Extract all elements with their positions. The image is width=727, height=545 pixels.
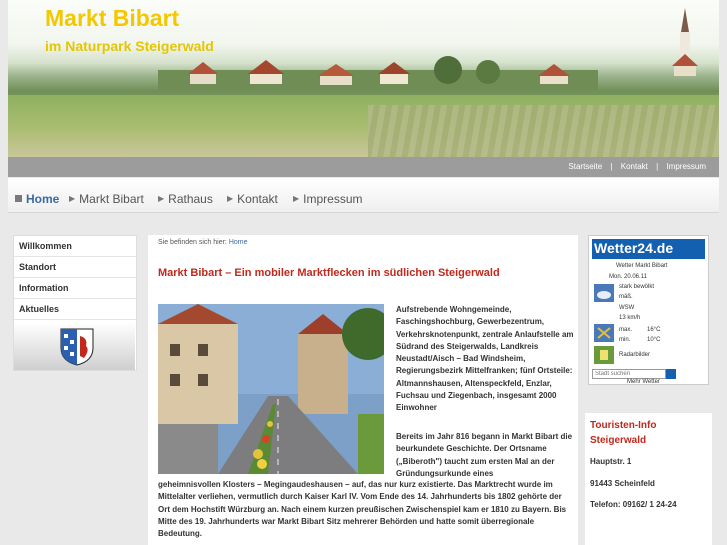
toplink-impressum[interactable]: Impressum <box>666 162 706 171</box>
history-paragraph: Bereits im Jahr 816 begann in Markt Biba… <box>396 432 573 478</box>
weather-widget: Wetter24.de Wetter Markt Bibart Mon. 20.… <box>588 235 709 385</box>
page-title: Markt Bibart – Ein mobiler Marktflecken … <box>158 267 500 279</box>
street-photo <box>158 304 384 474</box>
weather-condition: stark bewölkt <box>619 284 655 290</box>
tourist-info-title: Touristen-Info Steigerwald <box>590 420 657 446</box>
max-temp-label: max. <box>619 327 633 333</box>
arrow-right-icon: ▶ <box>293 194 300 203</box>
cloud-icon <box>594 284 614 302</box>
sidebar-item-information[interactable]: Information <box>14 278 136 299</box>
village-skyline-image <box>158 56 598 90</box>
tourist-info-phone: Telefon: 09162/ 1 24-24 <box>590 500 677 509</box>
toplink-separator: | <box>656 162 659 171</box>
min-temp-value: 10°C <box>647 337 661 343</box>
site-subtitle: im Naturpark Steigerwald <box>45 38 214 54</box>
breadcrumb-home-link[interactable]: Home <box>229 239 248 246</box>
main-content: Sie befinden sich hier: Home Markt Bibar… <box>148 235 578 545</box>
nav-item-markt-bibart[interactable]: ▶ Markt Bibart <box>69 192 144 206</box>
mown-field-image <box>368 105 719 157</box>
weather-date: Mon. 20.06.11 <box>609 274 647 280</box>
city-search-input[interactable] <box>592 369 666 379</box>
wetter24-logo[interactable]: Wetter24.de <box>592 239 705 259</box>
sidebar-item-willkommen[interactable]: Willkommen <box>14 236 136 257</box>
header-banner: Markt Bibart im Naturpark Steigerwald <box>8 0 719 157</box>
tourist-info-street: Hauptstr. 1 <box>590 457 632 466</box>
coat-of-arms-icon <box>60 328 94 366</box>
top-links-bar: Startseite | Kontakt | Impressum <box>8 157 719 177</box>
history-paragraph-continued: geheimnisvollen Klosters – Megingaudesha… <box>158 480 567 539</box>
thermometer-icon <box>594 324 614 342</box>
square-bullet-icon <box>15 195 22 202</box>
max-temp-value: 16°C <box>647 327 661 333</box>
breadcrumb: Sie befinden sich hier: Home <box>158 239 248 246</box>
toplink-separator: | <box>610 162 613 171</box>
wind-speed: 13 km/h <box>619 315 641 321</box>
church-tower-image <box>672 8 698 76</box>
more-weather-link[interactable]: Mehr Wetter <box>627 379 660 385</box>
toplink-startseite[interactable]: Startseite <box>568 162 602 171</box>
sidebar-item-aktuelles[interactable]: Aktuelles <box>14 299 136 320</box>
nav-item-kontakt[interactable]: ▶ Kontakt <box>227 192 278 206</box>
arrow-right-icon: ▶ <box>158 194 165 203</box>
arrow-right-icon: ▶ <box>69 194 76 203</box>
arrow-right-icon: ▶ <box>227 194 234 203</box>
search-go-button[interactable] <box>666 369 676 379</box>
coat-of-arms-panel <box>14 323 135 370</box>
nav-item-impressum[interactable]: ▶ Impressum <box>293 192 363 206</box>
tourist-info-city: 91443 Scheinfeld <box>590 479 655 488</box>
min-temp-label: min. <box>619 337 631 343</box>
nav-item-home[interactable]: Home <box>15 192 59 206</box>
toplink-kontakt[interactable]: Kontakt <box>621 162 648 171</box>
radar-map-icon <box>594 346 614 364</box>
site-title: Markt Bibart <box>45 5 180 31</box>
main-navigation: Home ▶ Markt Bibart ▶ Rathaus ▶ Kontakt ▶ Im… <box>8 178 719 213</box>
radar-link[interactable]: Radarbilder <box>619 352 650 358</box>
nav-item-rathaus[interactable]: ▶ Rathaus <box>158 192 213 206</box>
tourist-info-box: Touristen-Info Steigerwald Hauptstr. 1 9… <box>585 413 712 545</box>
intro-paragraph: Aufstrebende Wohngemeinde, Faschingshoch… <box>396 305 574 413</box>
weather-title: Wetter Markt Bibart <box>616 263 668 269</box>
wind-direction: WSW <box>619 305 635 311</box>
sidebar-item-standort[interactable]: Standort <box>14 257 136 278</box>
weather-condition-2: mäß. <box>619 294 633 300</box>
